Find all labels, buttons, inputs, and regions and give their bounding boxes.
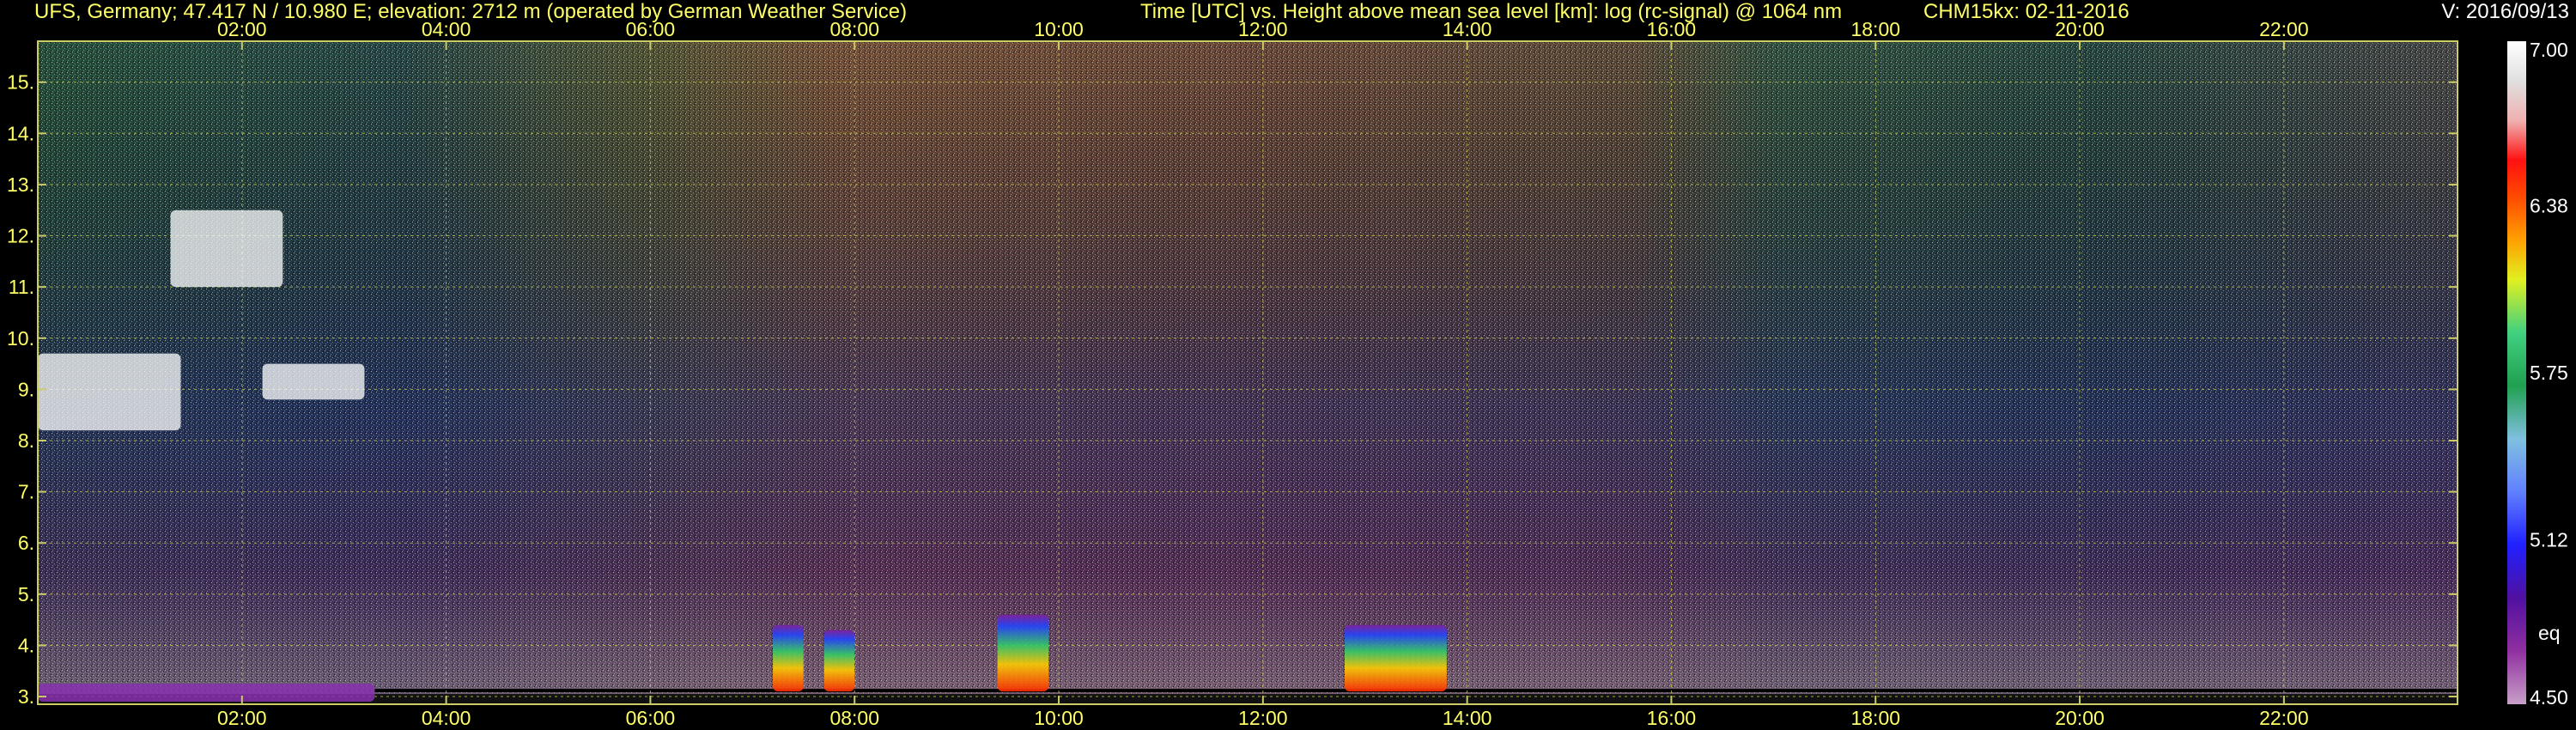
feature-cirrus	[170, 210, 283, 288]
y-tick-label: 15.	[7, 71, 34, 94]
x-tick-label-top: 04:00	[422, 18, 471, 40]
y-tick-label: 7.	[18, 481, 34, 503]
x-tick-label-bottom: 18:00	[1850, 707, 1900, 729]
colorbar-label: 4.50	[2530, 686, 2568, 709]
x-tick-label-bottom: 14:00	[1443, 707, 1492, 729]
y-tick-label: 13.	[7, 173, 34, 196]
x-tick-label-bottom: 04:00	[422, 707, 471, 729]
surface-band	[38, 694, 2458, 704]
colorbar-unit: eq	[2538, 622, 2561, 644]
x-tick-label-top: 18:00	[1850, 18, 1900, 40]
y-tick-label: 14.	[7, 122, 34, 144]
y-tick-label: 3.	[18, 685, 34, 708]
feature-convective	[823, 630, 855, 692]
colorbar-scale	[2507, 41, 2526, 704]
colorbar-label: 6.38	[2530, 194, 2568, 216]
x-tick-label-bottom: 10:00	[1034, 707, 1084, 729]
x-tick-label-bottom: 16:00	[1647, 707, 1697, 729]
x-tick-label-top: 16:00	[1647, 18, 1697, 40]
y-tick-label: 4.	[18, 634, 34, 656]
colorbar-label: 7.00	[2530, 39, 2568, 61]
feature-convective	[1344, 624, 1447, 692]
x-tick-label-bottom: 12:00	[1238, 707, 1288, 729]
x-tick-label-top: 10:00	[1034, 18, 1084, 40]
x-tick-label-top: 12:00	[1238, 18, 1288, 40]
y-tick-label: 6.	[18, 532, 34, 554]
y-tick-label: 5.	[18, 583, 34, 605]
x-tick-label-top: 02:00	[217, 18, 267, 40]
feature-boundary-layer	[38, 684, 375, 703]
feature-convective	[997, 614, 1049, 692]
y-tick-label: 9.	[18, 378, 34, 400]
x-tick-label-top: 08:00	[829, 18, 879, 40]
x-tick-label-bottom: 08:00	[829, 707, 879, 729]
feature-cirrus	[38, 353, 181, 431]
x-tick-label-top: 20:00	[2055, 18, 2105, 40]
x-tick-label-bottom: 02:00	[217, 707, 267, 729]
x-tick-label-bottom: 06:00	[626, 707, 676, 729]
plot-area	[38, 41, 2458, 704]
x-tick-label-top: 14:00	[1443, 18, 1492, 40]
colorbar-label: 5.12	[2530, 529, 2568, 551]
x-tick-label-bottom: 22:00	[2259, 707, 2309, 729]
x-tick-label-top: 06:00	[626, 18, 676, 40]
x-tick-label-bottom: 20:00	[2055, 707, 2105, 729]
y-tick-label: 10.	[7, 327, 34, 350]
y-tick-label: 12.	[7, 225, 34, 247]
feature-cirrus	[262, 363, 365, 400]
feature-convective	[773, 624, 804, 692]
chart-canvas: 02:00 02:00 04:00 04:00 06:00 06:00 08:00 08:00…	[7, 18, 2568, 729]
y-tick-label: 8.	[18, 429, 34, 452]
x-tick-label-top: 22:00	[2259, 18, 2309, 40]
signal-noise	[38, 41, 2458, 704]
colorbar: 7.00 6.38 5.75 5.12 4.50 eq	[2507, 39, 2568, 709]
colorbar-label: 5.75	[2530, 362, 2568, 384]
y-tick-label: 11.	[9, 276, 34, 298]
ceilometer-plot-window: UFS, Germany; 47.417 N / 10.980 E; eleva…	[0, 0, 2576, 730]
